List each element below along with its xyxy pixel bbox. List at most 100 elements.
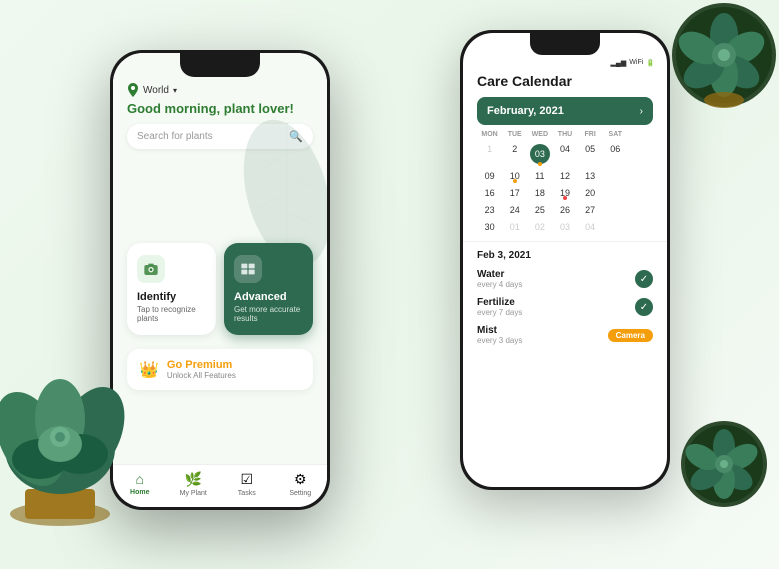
cal-cell[interactable]: 05 [578, 141, 603, 167]
calendar-week-5: 30 01 02 03 04 [477, 219, 653, 235]
task-mist-info: Mist every 3 days [477, 325, 522, 345]
task-fertilize-check[interactable]: ✓ [635, 298, 653, 316]
cal-cell[interactable]: 23 [477, 202, 502, 218]
cal-cell-3-today[interactable]: 03 [527, 141, 552, 167]
calendar-grid: MON TUE WED THU FRI SAT 1 2 03 04 05 0 [477, 131, 653, 235]
cal-cell[interactable]: 13 [578, 168, 603, 184]
calendar-month-header[interactable]: February, 2021 › [477, 97, 653, 125]
calendar-week-2: 09 10 11 12 13 [477, 168, 653, 184]
location-bar[interactable]: World ▾ [127, 83, 313, 97]
task-fertilize: Fertilize every 7 days ✓ [477, 297, 653, 317]
location-text: World [143, 85, 169, 96]
calendar-week-1: 1 2 03 04 05 06 [477, 141, 653, 167]
cal-cell[interactable] [603, 202, 628, 218]
phones-container: ▂▄▆ WiFi 🔋 Care Calendar February, 2021 … [110, 20, 670, 560]
cal-cell[interactable]: 02 [527, 219, 552, 235]
task-mist-name: Mist [477, 325, 522, 336]
nav-setting[interactable]: ⚙ Setting [274, 471, 328, 497]
camera-icon [143, 261, 159, 277]
gallery-icon [240, 261, 256, 277]
battery-icon: 🔋 [646, 59, 655, 67]
cal-cell-19[interactable]: 19 [552, 185, 577, 201]
cal-cell[interactable] [603, 219, 628, 235]
calendar-next-arrow[interactable]: › [640, 106, 643, 117]
cal-cell[interactable]: 09 [477, 168, 502, 184]
premium-text: Go Premium Unlock All Features [167, 359, 236, 380]
cal-cell[interactable]: 03 [552, 219, 577, 235]
cal-cell[interactable]: 26 [552, 202, 577, 218]
cal-cell[interactable]: 25 [527, 202, 552, 218]
premium-subtitle: Unlock All Features [167, 371, 236, 380]
plant-left-decoration [0, 329, 150, 529]
cal-cell[interactable] [603, 168, 628, 184]
task-water-freq: every 4 days [477, 280, 522, 289]
identify-card-subtitle: Tap to recognize plants [137, 305, 206, 323]
task-mist-camera-button[interactable]: Camera [608, 329, 653, 342]
calendar-header-section: Care Calendar [463, 67, 667, 97]
nav-tasks-label: Tasks [238, 490, 256, 497]
cal-cell[interactable]: 20 [578, 185, 603, 201]
advanced-card-subtitle: Get more accurate results [234, 305, 303, 323]
task-water-name: Water [477, 269, 522, 280]
advanced-card-title: Advanced [234, 291, 303, 303]
task-fertilize-name: Fertilize [477, 297, 522, 308]
task-water-check[interactable]: ✓ [635, 270, 653, 288]
cal-cell[interactable]: 2 [502, 141, 527, 167]
day-label-tue: TUE [502, 131, 527, 138]
task-fertilize-freq: every 7 days [477, 308, 522, 317]
task-mist-freq: every 3 days [477, 336, 522, 345]
day-label-thu: THU [552, 131, 577, 138]
day-label-wed: WED [527, 131, 552, 138]
signal-icon: ▂▄▆ [611, 59, 627, 67]
cal-cell[interactable]: 04 [552, 141, 577, 167]
cal-cell[interactable]: 16 [477, 185, 502, 201]
location-pin-icon [127, 83, 139, 97]
cal-cell[interactable]: 06 [603, 141, 628, 167]
calendar-week-3: 16 17 18 19 20 [477, 185, 653, 201]
identify-card-title: Identify [137, 291, 206, 303]
task-water: Water every 4 days ✓ [477, 269, 653, 289]
day-label-fri: FRI [578, 131, 603, 138]
tasks-section: Feb 3, 2021 Water every 4 days ✓ Fertili… [463, 241, 667, 361]
nav-setting-label: Setting [289, 490, 311, 497]
tasks-date: Feb 3, 2021 [477, 250, 653, 261]
cal-cell[interactable]: 11 [527, 168, 552, 184]
day-label-sat: SAT [603, 131, 628, 138]
premium-title: Go Premium [167, 359, 236, 371]
advanced-card-icon [234, 255, 262, 283]
task-fertilize-info: Fertilize every 7 days [477, 297, 522, 317]
identify-card-icon [137, 255, 165, 283]
cal-cell-10[interactable]: 10 [502, 168, 527, 184]
advanced-card[interactable]: Advanced Get more accurate results [224, 243, 313, 335]
day-label-mon: MON [477, 131, 502, 138]
cal-cell[interactable]: 18 [527, 185, 552, 201]
cal-cell[interactable]: 27 [578, 202, 603, 218]
settings-icon: ⚙ [294, 471, 307, 488]
calendar-weeks: 1 2 03 04 05 06 09 10 11 12 13 [477, 141, 653, 235]
calendar-week-4: 23 24 25 26 27 [477, 202, 653, 218]
cal-cell[interactable]: 24 [502, 202, 527, 218]
cal-cell[interactable]: 12 [552, 168, 577, 184]
cal-cell[interactable]: 04 [578, 219, 603, 235]
cal-cell[interactable]: 01 [502, 219, 527, 235]
nav-tasks[interactable]: ☑ Tasks [220, 471, 274, 497]
cal-cell[interactable]: 17 [502, 185, 527, 201]
feature-cards: Identify Tap to recognize plants Advance… [113, 235, 327, 343]
phone2: ▂▄▆ WiFi 🔋 Care Calendar February, 2021 … [460, 30, 670, 490]
plant-bottom-right-decoration [679, 419, 769, 509]
nav-my-plant[interactable]: 🌿 My Plant [167, 471, 221, 497]
phone1-notch [180, 53, 260, 77]
cal-cell[interactable]: 30 [477, 219, 502, 235]
location-dropdown-icon[interactable]: ▾ [173, 86, 177, 95]
care-calendar-title: Care Calendar [477, 73, 653, 89]
calendar-days-header: MON TUE WED THU FRI SAT [477, 131, 653, 138]
cal-cell[interactable] [603, 185, 628, 201]
calendar-month-label: February, 2021 [487, 105, 564, 117]
identify-card[interactable]: Identify Tap to recognize plants [127, 243, 216, 335]
cal-cell[interactable]: 1 [477, 141, 502, 167]
plant-top-right-decoration [669, 0, 779, 110]
phone2-screen: ▂▄▆ WiFi 🔋 Care Calendar February, 2021 … [463, 33, 667, 487]
task-water-info: Water every 4 days [477, 269, 522, 289]
premium-banner[interactable]: 👑 Go Premium Unlock All Features [127, 349, 313, 390]
nav-my-plant-label: My Plant [180, 490, 207, 497]
